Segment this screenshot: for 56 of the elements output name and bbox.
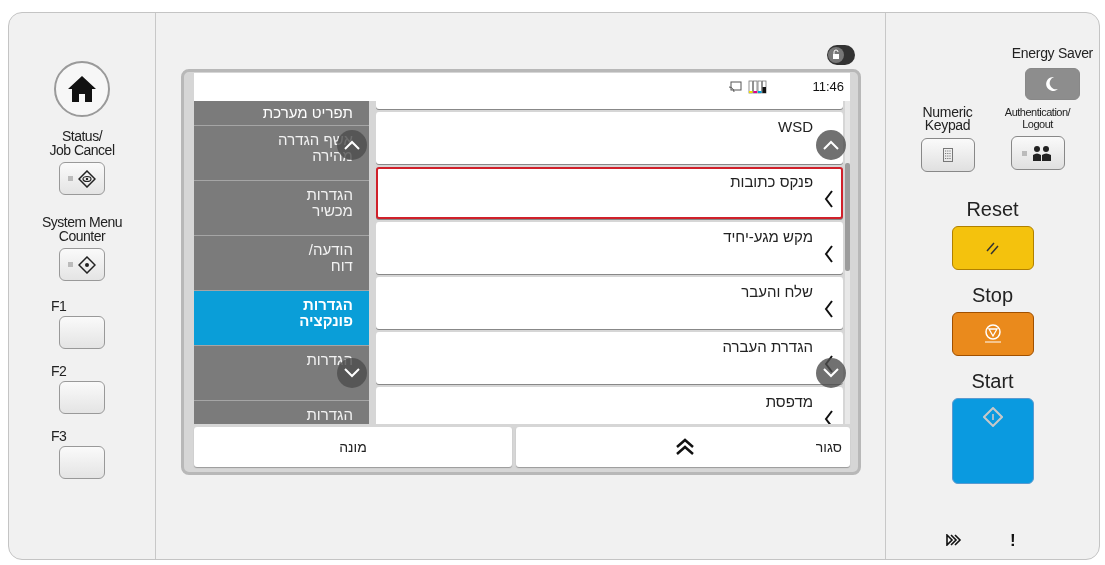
- menu-row-label: WSD: [778, 117, 814, 137]
- key-label: Start: [971, 369, 1014, 394]
- key-label: Status/ Job Cancel: [49, 129, 115, 157]
- clock-time: 11:46: [812, 78, 844, 97]
- chevron-up-icon: [823, 140, 839, 150]
- menu-row[interactable]: מדפסת: [375, 387, 844, 424]
- key-label: F3: [51, 429, 67, 443]
- key-label: System Menu Counter: [41, 215, 123, 243]
- slash-icon: [984, 240, 1001, 256]
- start-button[interactable]: [951, 398, 1034, 484]
- led-icon: [68, 262, 73, 267]
- keypad-icon: [942, 148, 953, 162]
- stop-button[interactable]: [951, 312, 1034, 356]
- stop-icon: [983, 324, 1002, 344]
- double-chevron-up-icon: [674, 438, 695, 456]
- processing-icon: [946, 534, 962, 547]
- lock-toggle-icon: [827, 45, 855, 65]
- menu-row-label: מדפסת: [765, 392, 814, 412]
- cast-icon: [728, 81, 743, 93]
- scroll-down-button[interactable]: [816, 358, 846, 388]
- key-label: F1: [51, 299, 67, 313]
- key-label: Authentication/ Logout: [1004, 106, 1071, 130]
- menu-row-label: הגדרת העברה: [722, 337, 814, 357]
- people-icon: [1031, 145, 1053, 161]
- numeric-keypad-button[interactable]: [920, 138, 975, 172]
- menu-row-label: שלח והעבר: [741, 282, 814, 302]
- diamond-icon: [78, 255, 96, 274]
- led-icon: [68, 176, 73, 181]
- menu-row[interactable]: WSD: [375, 112, 844, 164]
- panel-key[interactable]: [59, 162, 105, 195]
- key-label: Numeric Keypad: [922, 106, 973, 132]
- diamond-icon: [982, 407, 1003, 427]
- chevron-down-icon: [344, 368, 360, 378]
- key-label: F2: [51, 364, 67, 378]
- key-label: Energy Saver: [1011, 44, 1093, 63]
- bottom-button[interactable]: סגור: [516, 427, 850, 467]
- chevron-down-icon: [823, 368, 839, 378]
- menu-row[interactable]: שלח והעבר: [375, 277, 844, 329]
- attention-indicator: !: [1010, 529, 1016, 552]
- home-icon: [67, 75, 97, 103]
- key-label: Stop: [971, 283, 1014, 308]
- menu-row[interactable]: פנקס כתובות: [375, 167, 844, 219]
- menu-row[interactable]: מקש מגע-יחיד: [375, 222, 844, 274]
- home-button[interactable]: [54, 61, 110, 117]
- led-icon: [1022, 150, 1027, 156]
- authentication-button[interactable]: [1010, 136, 1065, 170]
- panel-key[interactable]: [59, 248, 105, 281]
- moon-icon: [1045, 76, 1060, 92]
- menu-row[interactable]: הגדרת העברה: [375, 332, 844, 384]
- key-label: Reset: [966, 197, 1019, 222]
- eye-diamond-icon: [78, 169, 96, 188]
- toner-icon: [748, 80, 769, 94]
- menu-row-label: פנקס כתובות: [730, 172, 814, 192]
- bottom-button[interactable]: מונה: [194, 427, 512, 467]
- menu-row-label: מקש מגע-יחיד: [723, 227, 814, 247]
- energy-saver-button[interactable]: [1024, 68, 1080, 100]
